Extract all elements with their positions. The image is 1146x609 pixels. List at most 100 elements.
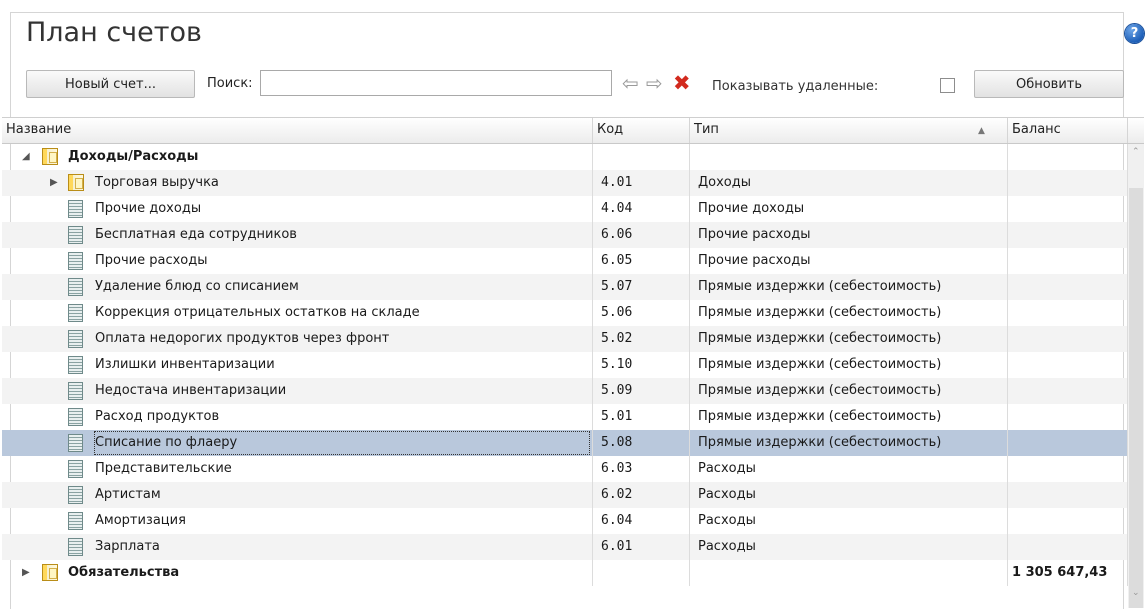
expand-icon[interactable]: ▶ (50, 170, 58, 196)
table-row[interactable]: Расход продуктов 5.01 Прямые издержки (с… (2, 404, 1128, 430)
account-name: Прочие расходы (95, 253, 208, 268)
balance-cell (1008, 378, 1128, 404)
table-row[interactable]: Бесплатная еда сотрудников 6.06 Прочие р… (2, 222, 1128, 248)
column-header-balance[interactable]: Баланс (1008, 118, 1128, 143)
collapse-icon[interactable]: ◢ (22, 144, 30, 170)
scroll-up-icon[interactable]: ⌃ (1132, 147, 1140, 157)
balance-cell (1008, 196, 1128, 222)
type-cell: Прочие расходы (690, 248, 1008, 274)
table-row[interactable]: Коррекция отрицательных остатков на скла… (2, 300, 1128, 326)
balance-cell (1008, 430, 1128, 456)
code-cell (593, 560, 690, 586)
code-cell (593, 144, 690, 170)
type-cell: Прямые издержки (себестоимость) (690, 378, 1008, 404)
table-row[interactable]: Прочие расходы 6.05 Прочие расходы (2, 248, 1128, 274)
expand-icon[interactable]: ▶ (22, 560, 30, 586)
table-row-group[interactable]: ▶ Обязательства 1 305 647,43 (2, 560, 1128, 586)
account-name: Коррекция отрицательных остатков на скла… (95, 305, 420, 320)
account-name: Расход продуктов (95, 409, 220, 424)
account-name: Оплата недорогих продуктов через фронт (95, 331, 390, 346)
balance-cell (1008, 170, 1128, 196)
account-name: Прочие доходы (95, 201, 202, 216)
account-name: Бесплатная еда сотрудников (95, 227, 297, 242)
name-cell: ▶ Обязательства (2, 560, 593, 586)
code-cell: 5.06 (593, 300, 690, 326)
arrow-right-icon[interactable]: ⇨ (646, 73, 663, 93)
balance-cell (1008, 326, 1128, 352)
balance-cell (1008, 404, 1128, 430)
type-cell (690, 144, 1008, 170)
account-icon (68, 200, 83, 218)
account-icon (68, 408, 83, 426)
account-icon (68, 460, 83, 478)
balance-cell (1008, 274, 1128, 300)
table-row-selected[interactable]: Списание по флаеру 5.08 Прямые издержки … (2, 430, 1128, 456)
account-name: Доходы/Расходы (68, 149, 199, 164)
name-cell: ◢ Доходы/Расходы (2, 144, 593, 170)
table-row[interactable]: Излишки инвентаризации 5.10 Прямые издер… (2, 352, 1128, 378)
clear-search-icon[interactable]: ✖ (673, 72, 691, 94)
name-cell: Прочие расходы (2, 248, 593, 274)
new-account-button[interactable]: Новый счет... (26, 70, 195, 98)
search-input[interactable] (260, 70, 612, 96)
code-cell: 4.01 (593, 170, 690, 196)
table-row[interactable]: Зарплата 6.01 Расходы (2, 534, 1128, 560)
table-row[interactable]: Артистам 6.02 Расходы (2, 482, 1128, 508)
table-row[interactable]: Удаление блюд со списанием 5.07 Прямые и… (2, 274, 1128, 300)
scroll-down-icon[interactable]: ⌄ (1132, 588, 1140, 598)
show-deleted-checkbox[interactable] (940, 78, 955, 93)
name-cell: Представительские (2, 456, 593, 482)
column-header-name[interactable]: Название (2, 118, 593, 143)
table-row[interactable]: Представительские 6.03 Расходы (2, 456, 1128, 482)
name-cell: Коррекция отрицательных остатков на скла… (2, 300, 593, 326)
refresh-button[interactable]: Обновить (974, 70, 1124, 98)
balance-cell: 1 305 647,43 (1008, 560, 1128, 586)
code-cell: 6.05 (593, 248, 690, 274)
type-cell: Расходы (690, 508, 1008, 534)
show-deleted-label: Показывать удаленные: (712, 79, 879, 94)
table-row[interactable]: Оплата недорогих продуктов через фронт 5… (2, 326, 1128, 352)
type-cell: Прочие доходы (690, 196, 1008, 222)
type-cell: Прямые издержки (себестоимость) (690, 430, 1008, 456)
scrollbar-thumb[interactable] (1129, 188, 1143, 608)
table-row[interactable]: Прочие доходы 4.04 Прочие доходы (2, 196, 1128, 222)
folder-icon (42, 564, 58, 581)
balance-cell (1008, 456, 1128, 482)
code-cell: 6.04 (593, 508, 690, 534)
column-header-code[interactable]: Код (593, 118, 690, 143)
table-row[interactable]: ▶ Торговая выручка 4.01 Доходы (2, 170, 1128, 196)
search-label: Поиск: (207, 76, 253, 91)
account-name: Амортизация (95, 513, 186, 528)
table-row[interactable]: Амортизация 6.04 Расходы (2, 508, 1128, 534)
account-icon (68, 304, 83, 322)
balance-cell (1008, 534, 1128, 560)
code-cell: 6.01 (593, 534, 690, 560)
type-cell: Прямые издержки (себестоимость) (690, 326, 1008, 352)
balance-cell (1008, 144, 1128, 170)
sort-ascending-icon: ▲ (978, 126, 985, 136)
table-row[interactable]: Недостача инвентаризации 5.09 Прямые изд… (2, 378, 1128, 404)
code-cell: 5.08 (593, 430, 690, 456)
code-cell: 6.06 (593, 222, 690, 248)
account-name: Представительские (95, 461, 232, 476)
table-row-group[interactable]: ◢ Доходы/Расходы (2, 144, 1128, 170)
grid-header: Название Код Тип ▲ Баланс (2, 118, 1144, 144)
balance-cell (1008, 222, 1128, 248)
name-cell: Прочие доходы (2, 196, 593, 222)
account-name: Обязательства (68, 565, 180, 580)
balance-cell (1008, 508, 1128, 534)
account-name: Артистам (95, 487, 161, 502)
type-cell (690, 560, 1008, 586)
account-icon (68, 252, 83, 270)
code-cell: 5.10 (593, 352, 690, 378)
code-cell: 6.02 (593, 482, 690, 508)
name-cell: Амортизация (2, 508, 593, 534)
help-icon[interactable]: ? (1125, 24, 1144, 43)
code-cell: 5.01 (593, 404, 690, 430)
folder-icon (68, 174, 84, 191)
arrow-left-icon[interactable]: ⇦ (622, 73, 639, 93)
balance-cell (1008, 248, 1128, 274)
account-icon (68, 226, 83, 244)
column-header-type[interactable]: Тип (690, 118, 1008, 143)
name-cell: ▶ Торговая выручка (2, 170, 593, 196)
